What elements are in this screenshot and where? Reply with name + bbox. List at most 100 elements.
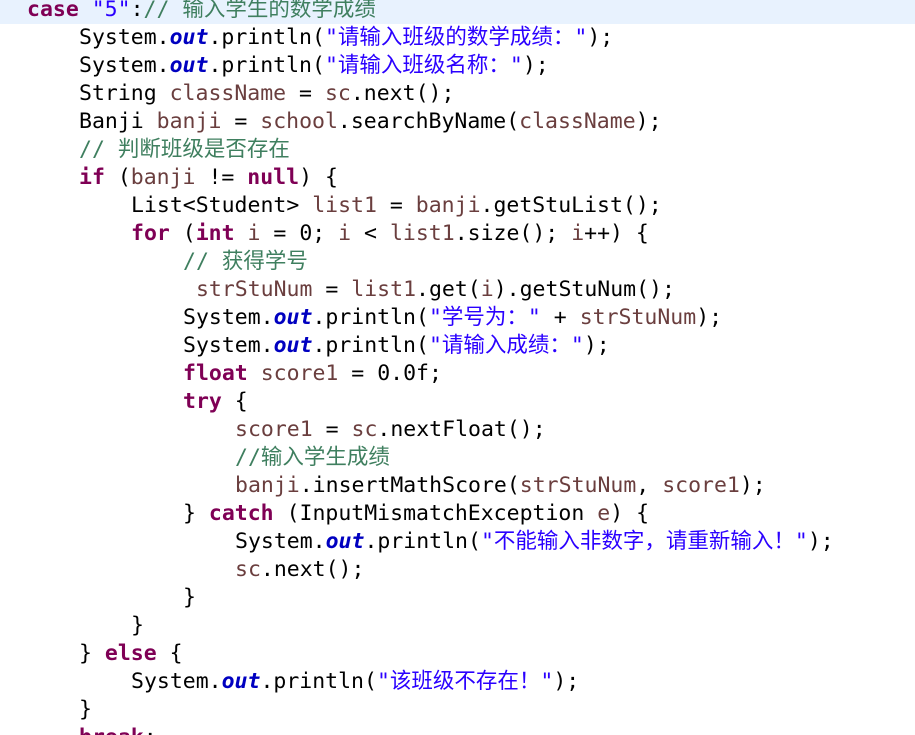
code-token: .nextFloat(); [377, 417, 546, 442]
code-token: strStuNum [195, 277, 313, 302]
code-token: != [195, 165, 248, 190]
code-token: className [169, 81, 287, 106]
code-token: System. [131, 669, 222, 694]
code-token: ); [553, 669, 580, 694]
code-token: i [480, 277, 494, 302]
code-token: ); [807, 529, 834, 554]
code-token: .getStuList(); [480, 193, 662, 218]
code-line[interactable]: System.out.println("请输入成绩："); [0, 332, 915, 360]
code-token: out [273, 333, 313, 358]
code-line[interactable]: Banji banji = school.searchByName(classN… [0, 108, 915, 136]
code-token: "该班级不存在！" [376, 669, 554, 694]
code-token: String [79, 81, 170, 106]
code-line-current[interactable]: case "5":// 输入学生的数学成绩 [0, 0, 915, 24]
code-line[interactable]: score1 = sc.nextFloat(); [0, 416, 915, 444]
code-token: } [183, 501, 209, 526]
code-line[interactable]: } catch (InputMismatchException e) { [0, 500, 915, 528]
code-token: ); [522, 53, 549, 78]
code-token: = [312, 417, 352, 442]
code-token: ( [104, 165, 131, 190]
code-token: ; [144, 725, 157, 735]
code-token: // 获得学号 [183, 249, 308, 274]
code-line[interactable]: banji.insertMathScore(strStuNum, score1)… [0, 472, 915, 500]
code-token: out [169, 25, 209, 50]
code-token: //输入学生成绩 [235, 445, 390, 470]
code-line[interactable]: sc.next(); [0, 556, 915, 584]
code-token: .searchByName( [337, 109, 520, 134]
code-token: ++) { [584, 221, 649, 246]
code-token: "学号为：" [428, 305, 541, 330]
code-token: banji [156, 109, 222, 134]
code-token: } [183, 585, 196, 610]
code-line[interactable]: } [0, 612, 915, 640]
code-token: float [183, 361, 248, 386]
code-token: score1 [235, 417, 313, 442]
code-line[interactable]: } [0, 696, 915, 724]
code-token: strStuNum [519, 473, 637, 498]
code-token: int [195, 221, 235, 246]
code-line[interactable]: } [0, 584, 915, 612]
code-token: if [79, 165, 105, 190]
code-token: .size(); [454, 221, 572, 246]
code-token: banji [235, 473, 300, 498]
code-line[interactable]: try { [0, 388, 915, 416]
code-token: list1 [351, 277, 417, 302]
code-token: out [273, 305, 313, 330]
code-token: = 0.0f; [338, 361, 442, 386]
code-token: null [247, 165, 300, 190]
code-token: sc [351, 417, 378, 442]
code-line[interactable]: strStuNum = list1.get(i).getStuNum(); [0, 276, 915, 304]
code-line[interactable]: System.out.println("该班级不存在！"); [0, 668, 915, 696]
code-token: "请输入班级名称：" [324, 53, 523, 78]
code-line[interactable]: float score1 = 0.0f; [0, 360, 915, 388]
code-token: sc [324, 81, 351, 106]
code-token: e [597, 501, 611, 526]
code-token: out [221, 669, 261, 694]
code-token: .println( [208, 25, 325, 50]
code-token: List<Student> [131, 193, 313, 218]
code-token: catch [208, 501, 274, 526]
code-line[interactable]: if (banji != null) { [0, 164, 915, 192]
code-line[interactable]: System.out.println("不能输入非数字，请重新输入！"); [0, 528, 915, 556]
code-token: ); [587, 25, 614, 50]
code-editor[interactable]: case "5":// 输入学生的数学成绩 System.out.println(… [0, 0, 915, 735]
code-token: className [519, 109, 636, 134]
code-token: score1 [662, 473, 740, 498]
code-line[interactable]: System.out.println("请输入班级名称："); [0, 52, 915, 80]
code-line[interactable]: break; [0, 724, 915, 735]
code-token: System. [79, 53, 170, 78]
code-line[interactable]: //输入学生成绩 [0, 444, 915, 472]
code-token: ); [696, 305, 723, 330]
code-token: ).getStuNum(); [493, 277, 675, 302]
code-token: score1 [260, 361, 339, 386]
code-token: { [221, 389, 248, 414]
code-token: case [27, 0, 92, 22]
code-line[interactable]: // 判断班级是否存在 [0, 136, 915, 164]
code-line[interactable]: List<Student> list1 = banji.getStuList()… [0, 192, 915, 220]
code-token: out [169, 53, 209, 78]
code-token: .println( [260, 669, 377, 694]
code-token: = [312, 277, 352, 302]
code-token: "请输入班级的数学成绩：" [324, 25, 588, 50]
code-token: .println( [312, 333, 429, 358]
code-token: = 0; [260, 221, 339, 246]
code-token: System. [183, 333, 274, 358]
code-token: try [183, 389, 222, 414]
code-token: list1 [389, 221, 455, 246]
code-line[interactable]: } else { [0, 640, 915, 668]
code-line[interactable]: String className = sc.next(); [0, 80, 915, 108]
code-token: strStuNum [579, 305, 697, 330]
code-token: .insertMathScore( [299, 473, 520, 498]
code-line[interactable]: System.out.println("学号为：" + strStuNum); [0, 304, 915, 332]
code-token: ( [169, 221, 196, 246]
code-line[interactable]: // 获得学号 [0, 248, 915, 276]
code-token: list1 [312, 193, 377, 218]
code-line[interactable]: for (int i = 0; i < list1.size(); i++) { [0, 220, 915, 248]
code-token: } [79, 641, 105, 666]
code-token: for [131, 221, 170, 246]
code-line[interactable]: System.out.println("请输入班级的数学成绩："); [0, 24, 915, 52]
code-token: out [325, 529, 365, 554]
